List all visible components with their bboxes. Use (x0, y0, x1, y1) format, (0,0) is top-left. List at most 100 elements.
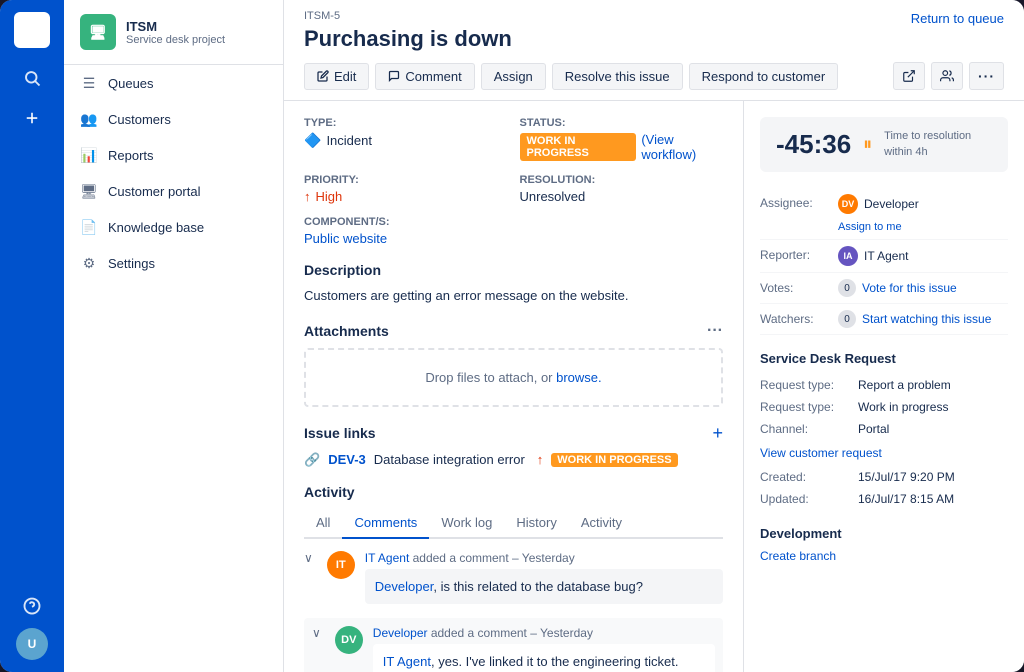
settings-icon: ⚙ (80, 254, 98, 272)
watchers-count: 0 (838, 310, 856, 328)
view-customer-request-link[interactable]: View customer request (760, 446, 882, 460)
comment-text-2: IT Agent, yes. I've linked it to the eng… (373, 644, 715, 672)
add-link-icon[interactable]: + (712, 423, 723, 444)
sdr-title: Service Desk Request (760, 351, 1008, 366)
activity-tabs: All Comments Work log History Activity (304, 508, 723, 539)
assignee-row: Assignee: DV Developer Assign to me (760, 188, 1008, 240)
reports-icon: 📊 (80, 146, 98, 164)
respond-button[interactable]: Respond to customer (689, 63, 839, 90)
sidebar-item-label: Customer portal (108, 184, 200, 199)
development-title: Development (760, 526, 1008, 541)
sidebar-item-label: Knowledge base (108, 220, 204, 235)
components-field: Component/s: Public website (304, 216, 508, 246)
add-icon[interactable] (14, 100, 50, 136)
tab-history[interactable]: History (504, 508, 568, 539)
status-badge: WORK IN PROGRESS (520, 133, 637, 161)
sidebar-item-label: Queues (108, 76, 154, 91)
sidebar-item-portal[interactable]: 🖥 Customer portal (64, 173, 283, 209)
comment-button[interactable]: Comment (375, 63, 474, 90)
resolve-button[interactable]: Resolve this issue (552, 63, 683, 90)
assign-me-link[interactable]: Assign to me (838, 221, 988, 233)
portal-icon: 🖥 (80, 182, 98, 200)
development-section: Development Create branch (760, 526, 1008, 565)
comment-author-1[interactable]: IT Agent (365, 551, 409, 565)
type-field: Type: 🔷 Incident (304, 117, 508, 162)
sidebar-item-reports[interactable]: 📊 Reports (64, 137, 283, 173)
description-text: Customers are getting an error message o… (304, 286, 723, 306)
attachments-more-icon[interactable]: ··· (707, 322, 723, 340)
comment-header-2: Developer added a comment – Yesterday (373, 626, 715, 640)
watchers-label: Watchers: (760, 310, 830, 326)
sidebar-item-label: Settings (108, 256, 155, 271)
comment-author-2[interactable]: Developer (373, 626, 428, 640)
assign-button[interactable]: Assign (481, 63, 546, 90)
main-body: Type: 🔷 Incident Status: WORK IN PROGRES… (284, 101, 1024, 672)
tab-activity[interactable]: Activity (569, 508, 634, 539)
link-type-icon: 🔗 (304, 452, 320, 468)
queues-icon: ☰ (80, 74, 98, 92)
browse-link[interactable]: browse. (556, 370, 602, 385)
comment-collapse-1[interactable]: ∨ (304, 551, 313, 605)
view-workflow-link[interactable]: (View workflow) (641, 132, 723, 162)
timer-label: Time to resolutionwithin 4h (884, 129, 971, 160)
issue-links-section: Issue links + 🔗 DEV-3 Database integrati… (304, 423, 723, 468)
project-name: ITSM (126, 19, 225, 34)
sidebar-item-knowledge[interactable]: 📄 Knowledge base (64, 209, 283, 245)
type-value: Incident (326, 133, 372, 148)
attachments-title: Attachments (304, 323, 389, 339)
create-branch-link[interactable]: Create branch (760, 549, 836, 563)
mention-developer[interactable]: Developer (375, 579, 434, 594)
edit-button[interactable]: Edit (304, 63, 369, 90)
vote-link[interactable]: Vote for this issue (862, 281, 957, 295)
sidebar-item-settings[interactable]: ⚙ Settings (64, 245, 283, 281)
votes-label: Votes: (760, 279, 830, 295)
assignee-label: Assignee: (760, 194, 830, 210)
status-field: Status: WORK IN PROGRESS (View workflow) (520, 117, 724, 162)
feedback-button[interactable] (931, 62, 963, 90)
issue-content: Type: 🔷 Incident Status: WORK IN PROGRES… (284, 101, 744, 672)
sidebar-item-label: Reports (108, 148, 154, 163)
watch-link[interactable]: Start watching this issue (862, 312, 991, 326)
linked-issue-status: WORK IN PROGRESS (551, 453, 677, 467)
toolbar-actions: ··· (893, 62, 1004, 90)
issue-header: ITSM-5 Return to queue Purchasing is dow… (284, 0, 1024, 101)
tab-comments[interactable]: Comments (342, 508, 429, 539)
comment-header-1: IT Agent added a comment – Yesterday (365, 551, 723, 565)
project-subtitle: Service desk project (126, 34, 225, 46)
comment-collapse-2[interactable]: ∨ (312, 626, 321, 672)
nav-panel: 🖥 ITSM Service desk project ☰ Queues 👥 C… (64, 0, 284, 672)
description-title: Description (304, 262, 723, 278)
assignee-avatar: DV (838, 194, 858, 214)
app-logo[interactable] (14, 12, 50, 48)
more-button[interactable]: ··· (969, 62, 1004, 90)
priority-icon: ↑ (304, 189, 311, 204)
updated-row: Updated: 16/Jul/17 8:15 AM (760, 488, 1008, 510)
mention-agent[interactable]: IT Agent (383, 654, 431, 669)
sidebar-item-queues[interactable]: ☰ Queues (64, 65, 283, 101)
share-button[interactable] (893, 62, 925, 90)
timer-pause-button[interactable]: ⏸ (863, 134, 872, 155)
comment-avatar-1: IT (327, 551, 355, 579)
user-avatar[interactable]: U (16, 628, 48, 660)
reporter-row: Reporter: IA IT Agent (760, 240, 1008, 273)
tab-worklog[interactable]: Work log (429, 508, 504, 539)
components-link[interactable]: Public website (304, 231, 387, 246)
reporter-name: IT Agent (864, 249, 908, 263)
priority-value: High (316, 189, 343, 204)
reporter-avatar: IA (838, 246, 858, 266)
priority-field: Priority: ↑ High (304, 174, 508, 204)
assignee-name: Developer (864, 197, 919, 211)
search-icon[interactable] (14, 60, 50, 96)
sdr-row-2: Channel: Portal (760, 418, 1008, 440)
issue-link-item: 🔗 DEV-3 Database integration error ↑ WOR… (304, 452, 723, 468)
reporter-label: Reporter: (760, 246, 830, 262)
watchers-row: Watchers: 0 Start watching this issue (760, 304, 1008, 335)
tab-all[interactable]: All (304, 508, 342, 539)
return-to-queue-link[interactable]: Return to queue (911, 11, 1004, 26)
help-icon[interactable] (14, 588, 50, 624)
main-content: ITSM-5 Return to queue Purchasing is dow… (284, 0, 1024, 672)
sidebar-item-customers[interactable]: 👥 Customers (64, 101, 283, 137)
linked-issue-id[interactable]: DEV-3 (328, 452, 366, 467)
type-icon: 🔷 (304, 132, 321, 149)
attachments-dropzone[interactable]: Drop files to attach, or browse. (304, 348, 723, 407)
